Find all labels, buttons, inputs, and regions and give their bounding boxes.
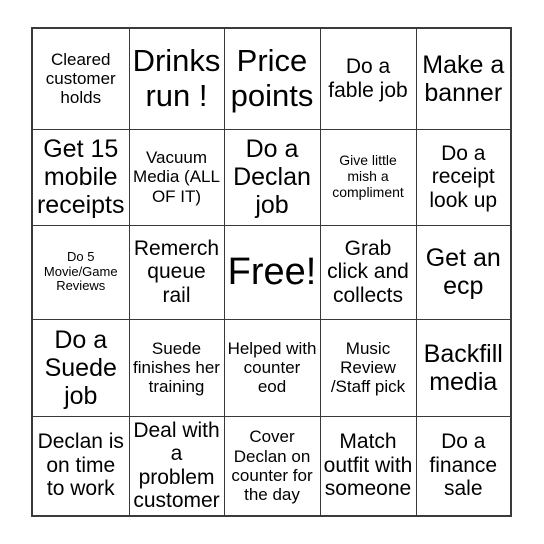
bingo-cell-2-0[interactable]: Do 5 Movie/Game Reviews [31, 224, 130, 320]
bingo-cell-label: Drinks run ! [132, 43, 221, 113]
bingo-cell-label: Get an ecp [425, 244, 501, 300]
bingo-cell-2-1[interactable]: Remerch queue rail [128, 224, 225, 320]
bingo-cell-3-2[interactable]: Helped with counter eod [223, 318, 321, 417]
bingo-cell-4-3[interactable]: Match outfit with someone [319, 415, 417, 517]
bingo-cell-4-4[interactable]: Do a finance sale [415, 415, 512, 517]
bingo-cell-label: Do a finance sale [429, 430, 498, 501]
bingo-grid: Cleared customer holds Drinks run ! Pric… [31, 27, 512, 517]
bingo-cell-label: Make a banner [422, 50, 505, 107]
bingo-row: Declan is on time to work Deal with a pr… [31, 415, 512, 517]
bingo-cell-label: Match outfit with someone [323, 430, 413, 501]
bingo-cell-label: Remerch queue rail [133, 236, 220, 307]
bingo-cell-3-4[interactable]: Backfill media [415, 318, 512, 417]
bingo-cell-label: Price points [230, 43, 314, 113]
bingo-cell-1-2[interactable]: Do a Declan job [223, 128, 321, 226]
bingo-cell-0-0[interactable]: Cleared customer holds [31, 27, 130, 130]
bingo-cell-label: Give little mish a compliment [332, 152, 404, 200]
bingo-cell-label: Suede finishes her training [133, 338, 220, 397]
bingo-cell-label: Cover Declan on counter for the day [231, 427, 313, 504]
free-space-label: Free! [227, 250, 317, 293]
bingo-row: Do a Suede job Suede finishes her traini… [31, 318, 512, 417]
bingo-cell-2-4[interactable]: Get an ecp [415, 224, 512, 320]
bingo-cell-free-space[interactable]: Free! [223, 224, 321, 320]
bingo-cell-label: Deal with a problem customer [133, 418, 220, 513]
bingo-card: Cleared customer holds Drinks run ! Pric… [31, 27, 512, 517]
bingo-cell-label: Cleared customer holds [45, 50, 116, 108]
bingo-cell-label: Backfill media [423, 339, 503, 396]
bingo-cell-3-3[interactable]: Music Review /Staff pick [319, 318, 417, 417]
bingo-cell-1-3[interactable]: Give little mish a compliment [319, 128, 417, 226]
bingo-cell-label: Do a Suede job [44, 325, 117, 410]
bingo-cell-0-4[interactable]: Make a banner [415, 27, 512, 130]
bingo-row: Cleared customer holds Drinks run ! Pric… [31, 27, 512, 130]
bingo-cell-label: Helped with counter eod [227, 338, 317, 397]
bingo-cell-label: Do a Declan job [233, 135, 311, 219]
bingo-cell-4-2[interactable]: Cover Declan on counter for the day [223, 415, 321, 517]
bingo-cell-label: Music Review /Staff pick [330, 338, 406, 397]
bingo-cell-2-3[interactable]: Grab click and collects [319, 224, 417, 320]
bingo-cell-1-0[interactable]: Get 15 mobile receipts [31, 128, 130, 226]
bingo-cell-4-1[interactable]: Deal with a problem customer [128, 415, 225, 517]
bingo-cell-1-1[interactable]: Vacuum Media (ALL OF IT) [128, 128, 225, 226]
bingo-cell-3-1[interactable]: Suede finishes her training [128, 318, 225, 417]
bingo-cell-label: Grab click and collects [327, 236, 409, 307]
bingo-cell-label: Do 5 Movie/Game Reviews [43, 249, 118, 294]
bingo-cell-0-2[interactable]: Price points [223, 27, 321, 130]
bingo-cell-3-0[interactable]: Do a Suede job [31, 318, 130, 417]
bingo-cell-label: Vacuum Media (ALL OF IT) [133, 148, 220, 206]
bingo-cell-0-3[interactable]: Do a fable job [319, 27, 417, 130]
bingo-cell-0-1[interactable]: Drinks run ! [128, 27, 225, 130]
bingo-cell-label: Declan is on time to work [37, 430, 124, 501]
bingo-cell-label: Do a receipt look up [429, 141, 498, 212]
bingo-row: Do 5 Movie/Game Reviews Remerch queue ra… [31, 224, 512, 320]
bingo-cell-1-4[interactable]: Do a receipt look up [415, 128, 512, 226]
bingo-row: Get 15 mobile receipts Vacuum Media (ALL… [31, 128, 512, 226]
bingo-cell-4-0[interactable]: Declan is on time to work [31, 415, 130, 517]
bingo-cell-label: Get 15 mobile receipts [36, 135, 125, 219]
bingo-cell-label: Do a fable job [328, 55, 408, 102]
